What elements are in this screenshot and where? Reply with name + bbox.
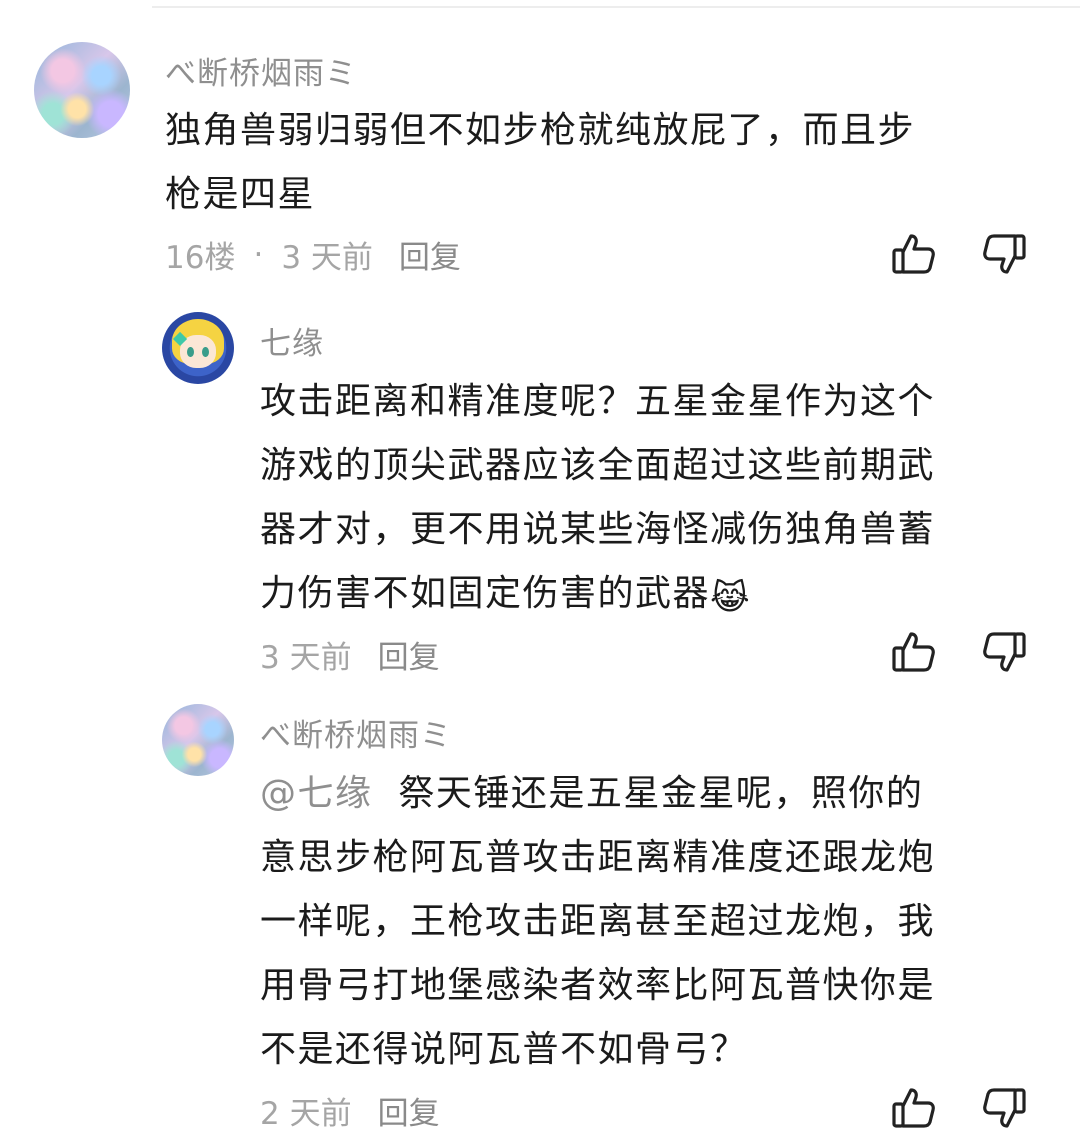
thumbs-down-icon[interactable] — [980, 1084, 1028, 1132]
comment-meta: 16楼 · 3 天前 回复 — [165, 232, 461, 277]
avatar[interactable] — [162, 704, 234, 776]
floor-number: 16楼 — [165, 240, 236, 276]
comment-line: 意思步枪阿瓦普攻击距离精准度还跟龙炮 — [260, 837, 936, 878]
laughing-cat-emoji: 😹 — [710, 578, 752, 618]
comment-line: 力伤害不如固定伤害的武器 — [260, 573, 711, 614]
comment-meta: 3 天前 回复 — [260, 632, 440, 677]
comment-text: 独角兽弱归弱但不如步枪就纯放屁了，而且步 枪是四星 — [165, 99, 1045, 227]
comment-line: 一样呢，王枪攻击距离甚至超过龙炮，我 — [260, 901, 936, 942]
comment-line: 独角兽弱归弱但不如步枪就纯放屁了，而且步 — [165, 110, 916, 151]
username[interactable]: べ断桥烟雨ミ — [165, 48, 357, 93]
reply-button[interactable]: 回复 — [378, 632, 440, 677]
comment-meta: 2 天前 回复 — [260, 1088, 440, 1133]
meta-separator: · — [253, 236, 264, 273]
reply-button[interactable]: 回复 — [378, 1088, 440, 1133]
thumbs-down-icon[interactable] — [980, 230, 1028, 278]
avatar-eye — [202, 346, 209, 357]
comment-time: 2 天前 — [260, 1096, 352, 1132]
mention-link[interactable]: @七缘 — [260, 773, 373, 814]
avatar[interactable] — [162, 312, 234, 384]
thumbs-up-icon[interactable] — [890, 1084, 938, 1132]
reply-button[interactable]: 回复 — [399, 232, 461, 277]
username[interactable]: べ断桥烟雨ミ — [260, 710, 452, 755]
avatar[interactable] — [34, 42, 130, 138]
avatar-eye — [187, 346, 194, 357]
thumbs-down-icon[interactable] — [980, 628, 1028, 676]
comment-time: 3 天前 — [281, 240, 373, 276]
username[interactable]: 七缘 — [260, 318, 324, 363]
comment-line: 器才对，更不用说某些海怪减伤独角兽蓄 — [260, 509, 936, 550]
thumbs-up-icon[interactable] — [890, 628, 938, 676]
comment-line: 游戏的顶尖武器应该全面超过这些前期武 — [260, 445, 936, 486]
comment-line: 用骨弓打地堡感染者效率比阿瓦普快你是 — [260, 965, 936, 1006]
top-divider — [152, 6, 1080, 8]
comment-text: @七缘 祭天锤还是五星金星呢，照你的 意思步枪阿瓦普攻击距离精准度还跟龙炮 一样… — [260, 762, 1040, 1082]
comment-line: 不是还得说阿瓦普不如骨弓？ — [260, 1029, 748, 1070]
comment-line: 攻击距离和精准度呢？五星金星作为这个 — [260, 381, 936, 422]
comment-text: 攻击距离和精准度呢？五星金星作为这个 游戏的顶尖武器应该全面超过这些前期武 器才… — [260, 370, 1040, 626]
comment-time: 3 天前 — [260, 640, 352, 676]
comment-line: 祭天锤还是五星金星呢，照你的 — [398, 773, 924, 814]
comment-line: 枪是四星 — [165, 174, 316, 215]
thumbs-up-icon[interactable] — [890, 230, 938, 278]
